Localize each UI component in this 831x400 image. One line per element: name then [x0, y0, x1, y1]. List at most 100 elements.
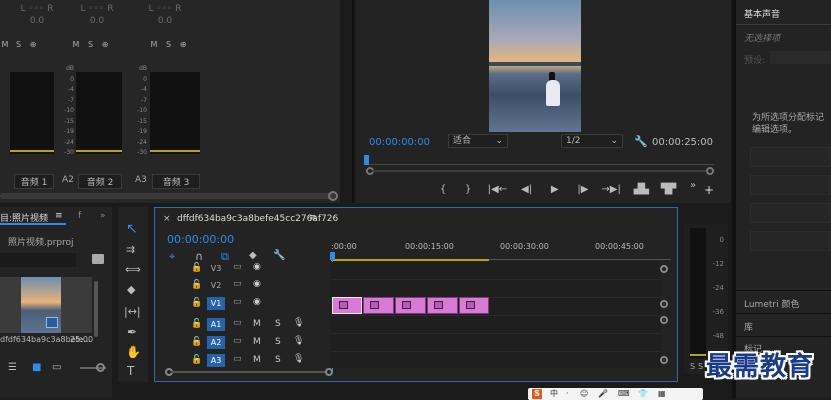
- meter-solo-left[interactable]: S: [690, 362, 695, 371]
- lock-icon[interactable]: 🔓: [191, 355, 202, 365]
- mute-button[interactable]: M: [70, 40, 82, 49]
- menu-icon[interactable]: ≡: [55, 211, 63, 221]
- h-scroll-track[interactable]: [171, 371, 327, 373]
- zoom-handle-right[interactable]: [706, 167, 714, 175]
- mute-button[interactable]: M: [253, 355, 261, 365]
- go-to-out-button[interactable]: →▶|: [597, 184, 625, 195]
- solo-button[interactable]: S: [275, 319, 281, 329]
- library-tab[interactable]: 库: [744, 320, 753, 333]
- pen-tool-icon[interactable]: ✒: [127, 325, 137, 339]
- track-v3-label[interactable]: V3: [207, 263, 225, 275]
- eye-icon[interactable]: ◉: [253, 297, 261, 307]
- add-button-icon[interactable]: +: [704, 183, 714, 197]
- preset-dropdown[interactable]: [770, 51, 831, 64]
- program-time-ruler[interactable]: [366, 155, 714, 165]
- mute-button[interactable]: M: [148, 40, 160, 49]
- video-clip[interactable]: [459, 297, 489, 314]
- solo-button[interactable]: S: [13, 40, 25, 49]
- menu-icon[interactable]: ≡: [309, 213, 317, 223]
- lumetri-tab[interactable]: Lumetri 颜色: [744, 297, 799, 310]
- track-a1-label[interactable]: A1: [207, 318, 225, 331]
- audio-scroll-handle[interactable]: [660, 316, 668, 324]
- tab-f[interactable]: f: [78, 211, 81, 221]
- track-a3-label[interactable]: A3: [207, 354, 225, 367]
- mute-button[interactable]: M: [253, 319, 261, 329]
- program-playhead[interactable]: [364, 155, 369, 165]
- microphone-icon[interactable]: 🎙: [293, 318, 304, 328]
- sync-icon[interactable]: ▭: [233, 354, 242, 364]
- channel-1-name[interactable]: 音频 1: [14, 174, 54, 189]
- ripple-edit-tool-icon[interactable]: ⟺: [125, 263, 141, 276]
- work-area-bar[interactable]: [331, 259, 489, 261]
- clip-thumbnail-container[interactable]: [0, 277, 92, 333]
- video-clip[interactable]: [427, 297, 458, 314]
- settings-wrench-icon[interactable]: 🔧: [634, 135, 648, 148]
- type-button-4[interactable]: [750, 231, 831, 251]
- punctuation-icon[interactable]: ·: [566, 388, 569, 400]
- eye-icon[interactable]: ◉: [253, 279, 261, 289]
- solo-button[interactable]: S: [85, 40, 97, 49]
- timeline-timecode[interactable]: 00:00:00:00: [167, 233, 234, 246]
- eye-icon[interactable]: ◉: [253, 262, 261, 272]
- sync-icon[interactable]: ▭: [233, 262, 242, 272]
- record-button[interactable]: ⊕: [27, 40, 39, 49]
- audio-scroll-handle[interactable]: [660, 356, 668, 364]
- razor-tool-icon[interactable]: ◆: [127, 283, 135, 296]
- track-v2-label[interactable]: V2: [207, 280, 225, 292]
- video-scroll-handle[interactable]: [660, 265, 668, 273]
- voice-icon[interactable]: 🎤: [598, 388, 608, 400]
- microphone-icon[interactable]: 🎙: [293, 336, 304, 346]
- resolution-dropdown[interactable]: 1/2 ⌄: [561, 134, 623, 148]
- record-button[interactable]: ⊕: [177, 40, 189, 49]
- lift-icon[interactable]: ▟▙: [628, 184, 654, 195]
- go-to-in-button[interactable]: |◀←: [482, 184, 512, 195]
- track-select-tool-icon[interactable]: ⇉: [126, 243, 135, 256]
- hand-tool-icon[interactable]: ✋: [126, 345, 141, 359]
- overflow-icon[interactable]: »: [100, 211, 106, 221]
- solo-button[interactable]: S: [275, 355, 281, 365]
- fit-dropdown[interactable]: 适合 ⌄: [448, 134, 508, 148]
- program-timecode[interactable]: 00:00:00:00: [369, 137, 430, 148]
- channel-2-name[interactable]: 音频 2: [78, 174, 122, 189]
- mute-button[interactable]: M: [253, 337, 261, 347]
- h-scroll-handle-right[interactable]: [325, 368, 333, 376]
- type-button-2[interactable]: [750, 175, 831, 195]
- solo-button[interactable]: S: [163, 40, 175, 49]
- step-back-button[interactable]: ◀|: [516, 184, 538, 195]
- track-a2-label[interactable]: A2: [207, 336, 225, 349]
- selection-tool-icon[interactable]: ↖: [126, 221, 138, 237]
- emoji-icon[interactable]: ☺: [580, 388, 588, 400]
- zoom-slider-handle[interactable]: [96, 363, 105, 372]
- program-zoom-bar[interactable]: [366, 167, 714, 175]
- mute-button[interactable]: M: [0, 40, 10, 49]
- mixer-scroll-handle[interactable]: [328, 191, 338, 201]
- extract-icon[interactable]: ▜▛: [658, 184, 680, 195]
- timeline-playhead-handle[interactable]: [330, 252, 335, 260]
- channel-3-name[interactable]: 音频 3: [152, 174, 200, 189]
- mixer-scrollbar[interactable]: [0, 193, 335, 199]
- lock-icon[interactable]: 🔓: [191, 263, 202, 273]
- icon-view-icon[interactable]: ■: [32, 362, 41, 373]
- type-button-3[interactable]: [750, 203, 831, 223]
- keyboard-icon[interactable]: ⌨: [618, 388, 630, 400]
- lock-icon[interactable]: 🔓: [191, 337, 202, 347]
- type-tool-icon[interactable]: T: [127, 364, 134, 378]
- video-clip[interactable]: [395, 297, 426, 314]
- video-clip[interactable]: [332, 297, 362, 314]
- list-view-icon[interactable]: ☰: [8, 362, 17, 373]
- sync-icon[interactable]: ▭: [233, 336, 242, 346]
- sync-icon[interactable]: ▭: [233, 318, 242, 328]
- track-v1-label[interactable]: V1: [207, 297, 225, 310]
- lock-icon[interactable]: 🔓: [191, 280, 202, 290]
- sync-icon[interactable]: ▭: [233, 297, 242, 307]
- video-scroll-handle[interactable]: [660, 300, 668, 308]
- track-lanes[interactable]: [331, 262, 661, 368]
- microphone-icon[interactable]: 🎙: [293, 354, 304, 364]
- slip-tool-icon[interactable]: |↔|: [124, 305, 141, 318]
- mark-out-button[interactable]: }: [457, 184, 479, 195]
- chinese-mode-icon[interactable]: 中: [550, 388, 558, 400]
- mark-in-button[interactable]: {: [432, 184, 454, 195]
- video-clip[interactable]: [363, 297, 394, 314]
- type-button-1[interactable]: [750, 147, 831, 167]
- record-button[interactable]: ⊕: [99, 40, 111, 49]
